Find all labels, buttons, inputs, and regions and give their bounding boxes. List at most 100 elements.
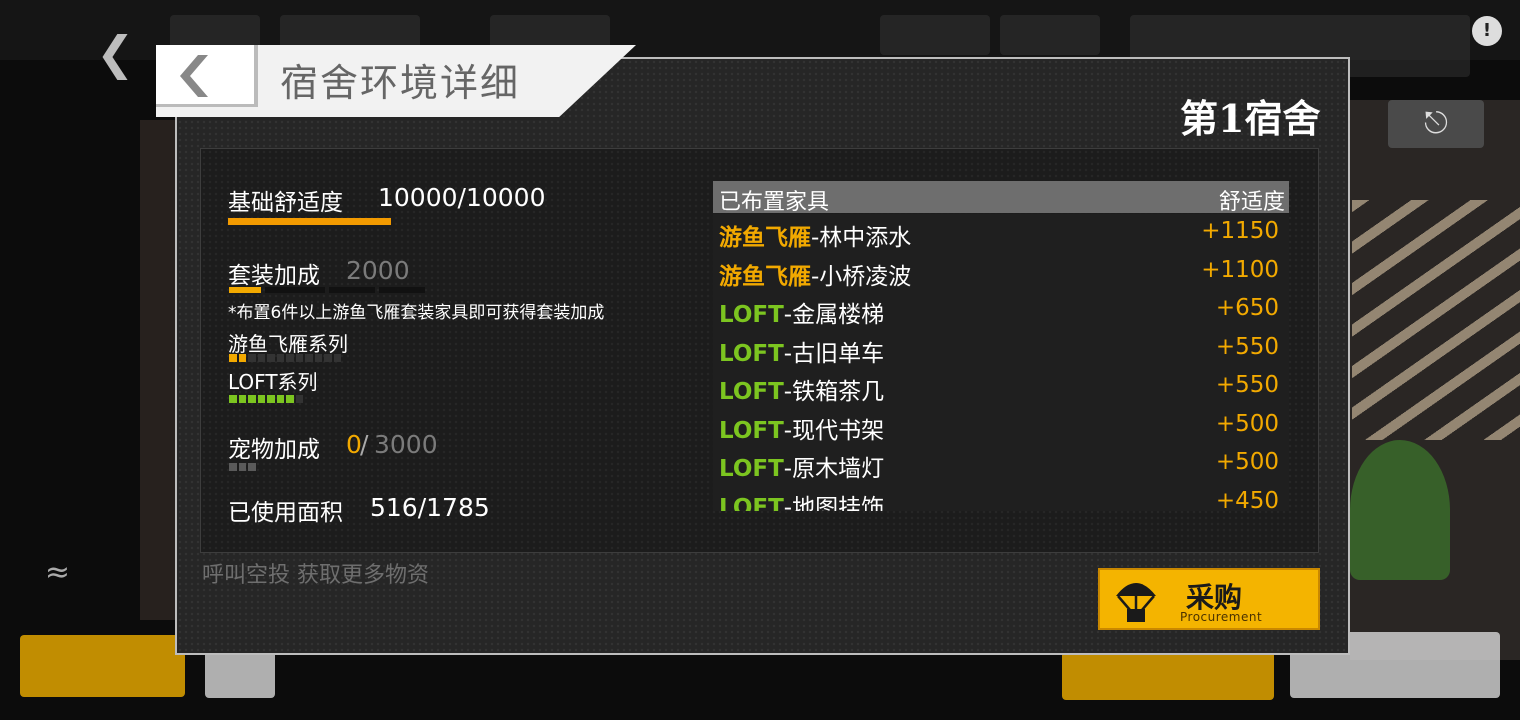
progress-square-filled — [276, 395, 284, 403]
list-item[interactable]: LOFT-地图挂饰 +450 — [713, 484, 1289, 512]
suit-bonus-bar-segment — [229, 287, 261, 293]
progress-square-empty — [333, 354, 341, 362]
series-progress — [229, 354, 341, 362]
background-tab — [880, 15, 990, 55]
pet-progress — [229, 463, 256, 471]
furniture-set: LOFT-原木墙灯 — [719, 449, 884, 483]
progress-square-filled — [248, 395, 256, 403]
list-item[interactable]: 游鱼飞雁-林中添水 +1150 — [713, 214, 1289, 252]
pet-bonus-max: 3000 — [374, 430, 438, 459]
area-value: 516/1785 — [370, 493, 490, 522]
furniture-name: -古旧单车 — [783, 340, 885, 367]
furniture-header-label: 已布置家具 — [719, 190, 830, 215]
list-item[interactable]: LOFT-金属楼梯 +650 — [713, 291, 1289, 329]
set-name: LOFT — [719, 417, 784, 444]
set-name: LOFT — [719, 302, 784, 328]
dorm-name: 第1宿舍 — [1180, 96, 1321, 141]
comfort-value: +1100 — [1201, 256, 1279, 283]
back-button[interactable] — [156, 45, 258, 107]
info-icon[interactable]: ! — [1472, 16, 1502, 46]
progress-square-filled — [229, 463, 237, 471]
furniture-set: LOFT-铁箱茶几 — [719, 372, 884, 406]
base-comfort-value: 10000/10000 — [378, 183, 546, 212]
progress-square-empty — [295, 395, 303, 403]
furniture-set: LOFT-古旧单车 — [719, 334, 884, 368]
progress-square-empty — [305, 354, 313, 362]
background-plant — [1350, 440, 1450, 580]
list-item[interactable]: 游鱼飞雁-小桥凌波 +1100 — [713, 253, 1289, 291]
progress-square-empty — [314, 354, 322, 362]
parachute-icon — [1116, 583, 1156, 622]
area-label: 已使用面积 — [228, 500, 343, 526]
suit-bonus-bar-segment — [379, 287, 425, 293]
progress-square-empty — [295, 354, 303, 362]
furniture-name: -原木墙灯 — [783, 456, 885, 482]
series-label: LOFT系列 — [228, 370, 318, 394]
share-icon[interactable]: ⎋ — [1388, 100, 1484, 148]
progress-square-empty — [257, 354, 265, 362]
furniture-name: -现代书架 — [783, 417, 885, 444]
comfort-value: +450 — [1215, 487, 1279, 512]
chevron-left-icon — [180, 55, 208, 97]
comfort-value: +550 — [1215, 333, 1279, 360]
progress-square-filled — [267, 395, 275, 403]
pet-bonus-slash: / — [360, 430, 369, 459]
comfort-value: +1150 — [1201, 218, 1279, 244]
suit-bonus-label: 套装加成 — [228, 263, 320, 289]
series-label: 游鱼飞雁系列 — [228, 332, 348, 356]
background-back-icon[interactable]: ❮ — [96, 30, 135, 76]
progress-square-filled — [229, 354, 237, 362]
background-shop-button[interactable] — [1062, 650, 1274, 700]
progress-square-filled — [257, 395, 265, 403]
furniture-name: -金属楼梯 — [783, 302, 885, 328]
wifi-icon: ≈ — [44, 555, 71, 590]
set-name: LOFT — [719, 456, 784, 482]
progress-square-filled — [229, 395, 237, 403]
comfort-header-label: 舒适度 — [1218, 190, 1285, 215]
airdrop-tip: 呼叫空投 获取更多物资 — [202, 563, 429, 588]
suit-bonus-bar-segment — [329, 287, 375, 293]
procurement-button[interactable]: 采购 Procurement — [1098, 568, 1320, 630]
furniture-set: LOFT-现代书架 — [719, 411, 884, 445]
set-name: 游鱼飞雁 — [719, 263, 811, 290]
progress-square-empty — [248, 354, 256, 362]
progress-square-empty — [324, 354, 332, 362]
base-comfort-bar — [228, 218, 391, 225]
progress-square-filled — [248, 463, 256, 471]
series-progress — [229, 395, 303, 403]
furniture-set: LOFT-金属楼梯 — [719, 295, 884, 329]
furniture-name: -林中添水 — [811, 225, 912, 251]
furniture-list[interactable]: 游鱼飞雁-林中添水 +1150 游鱼飞雁-小桥凌波 +1100 LOFT-金属楼… — [713, 214, 1289, 511]
suit-note: *布置6件以上游鱼飞雁套装家具即可获得套装加成 — [228, 303, 605, 323]
suit-bonus-bar-segment — [265, 287, 325, 293]
furniture-name: -铁箱茶几 — [783, 379, 885, 405]
background-tab — [1000, 15, 1100, 55]
furniture-set: 游鱼飞雁-小桥凌波 — [719, 257, 911, 291]
furniture-list-header: 已布置家具 舒适度 — [713, 181, 1289, 215]
list-item[interactable]: LOFT-现代书架 +500 — [713, 407, 1289, 445]
list-item[interactable]: LOFT-铁箱茶几 +550 — [713, 368, 1289, 406]
progress-square-empty — [276, 354, 284, 362]
base-comfort-label: 基础舒适度 — [228, 190, 343, 216]
comfort-value: +500 — [1215, 449, 1279, 475]
set-name: 游鱼飞雁 — [719, 225, 811, 251]
furniture-name: -地图挂饰 — [783, 494, 885, 512]
comfort-value: +650 — [1215, 295, 1279, 321]
set-name: LOFT — [719, 379, 784, 405]
background-room — [140, 120, 180, 620]
progress-square-filled — [238, 354, 246, 362]
comfort-value: +550 — [1215, 372, 1279, 398]
pet-bonus-label: 宠物加成 — [228, 437, 320, 463]
background-stairs — [1352, 200, 1520, 440]
set-name: LOFT — [719, 494, 784, 512]
comfort-value: +500 — [1215, 410, 1279, 437]
suit-bonus-value: 2000 — [346, 256, 410, 285]
list-item[interactable]: LOFT-古旧单车 +550 — [713, 330, 1289, 368]
progress-square-filled — [238, 463, 246, 471]
list-item[interactable]: LOFT-原木墙灯 +500 — [713, 445, 1289, 483]
procurement-sublabel: Procurement — [1180, 610, 1263, 624]
furniture-set: LOFT-地图挂饰 — [719, 488, 884, 512]
page-title: 宿舍环境详细 — [280, 61, 521, 105]
furniture-set: 游鱼飞雁-林中添水 — [719, 218, 911, 252]
background-dorm-button[interactable] — [20, 635, 185, 697]
